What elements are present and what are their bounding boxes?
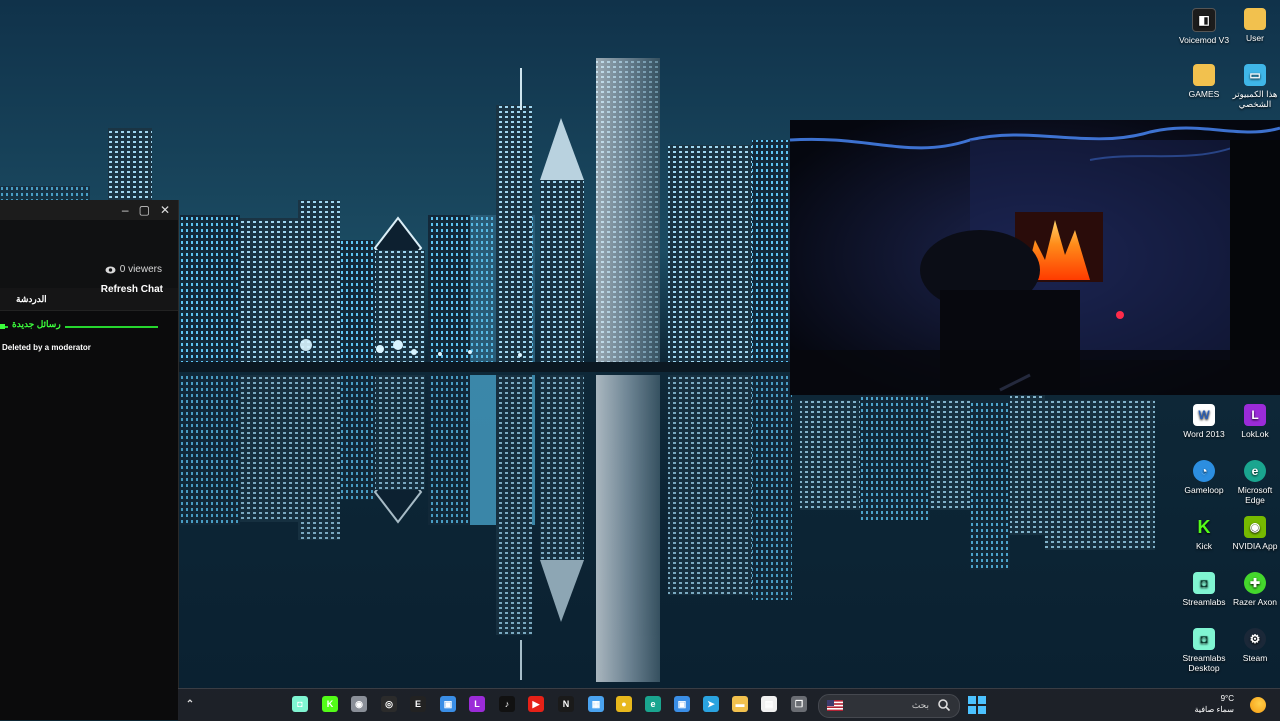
word-icon: W [1193, 404, 1215, 426]
desktop-icon-label: User [1246, 33, 1264, 43]
desktop-icon-label: Gameloop [1184, 485, 1224, 495]
viewer-count-text: 0 viewers [119, 264, 162, 275]
folder-icon [1244, 8, 1266, 30]
gameloop-icon: ◔ [1193, 460, 1215, 482]
desktop-icon-label: Microsoft Edge [1237, 485, 1273, 505]
viewer-count: 0 viewers [105, 264, 162, 275]
desktop-icon-label: NVIDIA App [1232, 541, 1278, 551]
weather-widget[interactable]: 9°C سماء صافية [1194, 693, 1234, 715]
chat-window: – ▢ ✕ 0 viewers Refresh Chat الدردشة رسا… [0, 200, 179, 720]
taskbar-search-box[interactable]: بحث [818, 694, 960, 718]
taskbar-epic-games-icon[interactable]: E [410, 696, 426, 712]
desktop-icon-gameloop[interactable]: ◔ Gameloop [1176, 460, 1232, 495]
taskbar: ⌃ ◘ K ◉ ◎ E ▣ L ♪ ▶ N ▦ ● e ▣ ➤ ▬ ▤ ❐ بحث 9°C سماء صافية [178, 688, 1280, 721]
taskbar-store-icon[interactable]: ▤ [761, 696, 777, 712]
windows-start-icon[interactable] [968, 696, 986, 714]
loklok-icon: L [1244, 404, 1266, 426]
taskbar-kick-icon[interactable]: K [322, 696, 338, 712]
desktop-icon-label: Kick [1195, 541, 1213, 551]
chat-message-deleted: Deleted by a moderator [2, 343, 91, 352]
taskbar-app-window-icon[interactable]: ▣ [440, 696, 456, 712]
desktop-icon-games[interactable]: GAMES [1176, 64, 1232, 99]
desktop-icon-kick[interactable]: K Kick [1176, 516, 1232, 551]
desktop-icon-label: Voicemod V3 [1178, 35, 1230, 45]
folder-icon [1193, 64, 1215, 86]
taskbar-file-explorer-icon[interactable]: ▬ [732, 696, 748, 712]
new-messages-label: رسائل جديدة [8, 319, 65, 330]
computer-icon: ▭ [1244, 64, 1266, 86]
taskbar-task-view-icon[interactable]: ❐ [791, 696, 807, 712]
desktop-icon-voicemod[interactable]: ◧ Voicemod V3 [1176, 8, 1232, 45]
taskbar-netflix-icon[interactable]: N [558, 696, 574, 712]
weather-condition: سماء صافية [1194, 705, 1234, 714]
desktop-icon-loklok[interactable]: L LokLok [1227, 404, 1280, 439]
refresh-chat-button[interactable]: Refresh Chat [101, 284, 163, 295]
taskbar-obs-icon[interactable]: ◎ [381, 696, 397, 712]
taskbar-youtube-icon[interactable]: ▶ [528, 696, 544, 712]
eye-icon [105, 266, 116, 273]
taskbar-telegram-icon[interactable]: ➤ [703, 696, 719, 712]
desktop-icon-word[interactable]: W Word 2013 [1176, 404, 1232, 439]
taskbar-app-window-2-icon[interactable]: ▣ [674, 696, 690, 712]
taskbar-edge-icon[interactable]: e [645, 696, 661, 712]
chevron-up-icon[interactable]: ⌃ [182, 696, 198, 712]
window-titlebar[interactable]: – ▢ ✕ [0, 200, 178, 220]
desktop-icon-label: Streamlabs [1182, 597, 1226, 607]
new-messages-divider: رسائل جديدة [0, 315, 178, 339]
maximize-button[interactable]: ▢ [139, 200, 150, 220]
desktop-icon-user[interactable]: User [1227, 8, 1280, 43]
taskbar-tiktok-icon[interactable]: ♪ [499, 696, 515, 712]
taskbar-streamlabs-icon[interactable]: ◘ [292, 696, 308, 712]
streamlabs-icon: ◘ [1193, 572, 1215, 594]
desktop-icon-streamlabs-desktop[interactable]: ◘ Streamlabs Desktop [1176, 628, 1232, 673]
desktop-icon-label: GAMES [1188, 89, 1220, 99]
close-button[interactable]: ✕ [160, 200, 170, 220]
nvidia-icon: ◉ [1244, 516, 1266, 538]
desktop-icon-label: Word 2013 [1183, 429, 1225, 439]
us-flag-icon [827, 700, 843, 711]
edge-icon: e [1244, 460, 1266, 482]
kick-icon: K [1197, 517, 1211, 537]
streamlabs-icon: ◘ [1193, 628, 1215, 650]
divider-dot [0, 324, 5, 329]
webcam-overlay [790, 120, 1280, 395]
desktop-icon-steam[interactable]: ⚙ Steam [1227, 628, 1280, 663]
desktop-icon-label: Steam [1242, 653, 1268, 663]
taskbar-chrome-icon[interactable]: ● [616, 696, 632, 712]
taskbar-loklok-icon[interactable]: L [469, 696, 485, 712]
weather-temperature: 9°C [1220, 694, 1234, 703]
razer-icon: ✚ [1244, 572, 1266, 594]
desktop-icon-edge[interactable]: e Microsoft Edge [1227, 460, 1280, 505]
desktop-icon-streamlabs[interactable]: ◘ Streamlabs [1176, 572, 1232, 607]
desktop-icon-razer-axon[interactable]: ✚ Razer Axon [1227, 572, 1280, 607]
desktop-icon-label: Razer Axon [1233, 597, 1277, 607]
search-icon [938, 699, 951, 712]
steam-icon: ⚙ [1244, 628, 1266, 650]
desktop-icon-label: LokLok [1241, 429, 1269, 439]
voicemod-icon: ◧ [1192, 8, 1216, 32]
search-placeholder: بحث [911, 700, 929, 710]
desktop-icon-label: Streamlabs Desktop [1182, 653, 1226, 673]
taskbar-camera-icon[interactable]: ◉ [351, 696, 367, 712]
minimize-button[interactable]: – [122, 200, 129, 220]
chat-header: 0 viewers Refresh Chat [0, 220, 178, 295]
desktop-icon-label: هذا الكمبيوتر الشخصي [1232, 89, 1278, 109]
moon-icon [1250, 697, 1266, 713]
taskbar-files-icon[interactable]: ▦ [588, 696, 604, 712]
desktop-icon-this-pc[interactable]: ▭ هذا الكمبيوتر الشخصي [1227, 64, 1280, 109]
desktop-icon-nvidia[interactable]: ◉ NVIDIA App [1227, 516, 1280, 551]
